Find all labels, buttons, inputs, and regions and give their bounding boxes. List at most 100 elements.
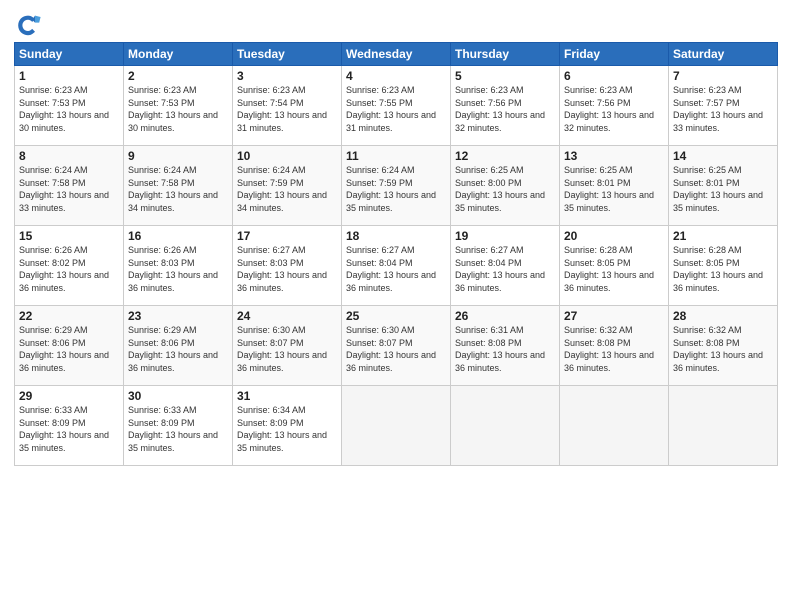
day-number: 12 <box>455 149 555 163</box>
calendar-cell: 18 Sunrise: 6:27 AM Sunset: 8:04 PM Dayl… <box>342 226 451 306</box>
calendar-cell: 3 Sunrise: 6:23 AM Sunset: 7:54 PM Dayli… <box>233 66 342 146</box>
day-info: Sunrise: 6:26 AM Sunset: 8:02 PM Dayligh… <box>19 244 119 294</box>
day-info: Sunrise: 6:29 AM Sunset: 8:06 PM Dayligh… <box>128 324 228 374</box>
calendar-header-monday: Monday <box>124 43 233 66</box>
day-number: 13 <box>564 149 664 163</box>
calendar-cell <box>669 386 778 466</box>
day-number: 8 <box>19 149 119 163</box>
day-number: 16 <box>128 229 228 243</box>
calendar-header-sunday: Sunday <box>15 43 124 66</box>
calendar-cell: 10 Sunrise: 6:24 AM Sunset: 7:59 PM Dayl… <box>233 146 342 226</box>
day-number: 19 <box>455 229 555 243</box>
day-number: 27 <box>564 309 664 323</box>
logo-icon <box>14 10 42 38</box>
calendar-week-3: 15 Sunrise: 6:26 AM Sunset: 8:02 PM Dayl… <box>15 226 778 306</box>
day-number: 23 <box>128 309 228 323</box>
calendar-header-tuesday: Tuesday <box>233 43 342 66</box>
day-number: 22 <box>19 309 119 323</box>
day-info: Sunrise: 6:28 AM Sunset: 8:05 PM Dayligh… <box>564 244 664 294</box>
day-number: 7 <box>673 69 773 83</box>
page-container: SundayMondayTuesdayWednesdayThursdayFrid… <box>0 0 792 612</box>
calendar-cell: 12 Sunrise: 6:25 AM Sunset: 8:00 PM Dayl… <box>451 146 560 226</box>
calendar-cell: 29 Sunrise: 6:33 AM Sunset: 8:09 PM Dayl… <box>15 386 124 466</box>
day-number: 28 <box>673 309 773 323</box>
calendar-cell: 21 Sunrise: 6:28 AM Sunset: 8:05 PM Dayl… <box>669 226 778 306</box>
calendar-cell: 16 Sunrise: 6:26 AM Sunset: 8:03 PM Dayl… <box>124 226 233 306</box>
day-number: 26 <box>455 309 555 323</box>
calendar-cell: 22 Sunrise: 6:29 AM Sunset: 8:06 PM Dayl… <box>15 306 124 386</box>
day-info: Sunrise: 6:30 AM Sunset: 8:07 PM Dayligh… <box>346 324 446 374</box>
day-number: 15 <box>19 229 119 243</box>
day-info: Sunrise: 6:31 AM Sunset: 8:08 PM Dayligh… <box>455 324 555 374</box>
calendar-cell: 19 Sunrise: 6:27 AM Sunset: 8:04 PM Dayl… <box>451 226 560 306</box>
day-number: 4 <box>346 69 446 83</box>
calendar-header-row: SundayMondayTuesdayWednesdayThursdayFrid… <box>15 43 778 66</box>
day-info: Sunrise: 6:25 AM Sunset: 8:01 PM Dayligh… <box>673 164 773 214</box>
day-number: 14 <box>673 149 773 163</box>
calendar-cell: 6 Sunrise: 6:23 AM Sunset: 7:56 PM Dayli… <box>560 66 669 146</box>
calendar-cell: 13 Sunrise: 6:25 AM Sunset: 8:01 PM Dayl… <box>560 146 669 226</box>
day-number: 30 <box>128 389 228 403</box>
calendar-cell <box>342 386 451 466</box>
day-number: 9 <box>128 149 228 163</box>
calendar-cell: 17 Sunrise: 6:27 AM Sunset: 8:03 PM Dayl… <box>233 226 342 306</box>
day-info: Sunrise: 6:27 AM Sunset: 8:04 PM Dayligh… <box>346 244 446 294</box>
day-info: Sunrise: 6:23 AM Sunset: 7:56 PM Dayligh… <box>455 84 555 134</box>
calendar-cell <box>451 386 560 466</box>
day-number: 2 <box>128 69 228 83</box>
calendar-cell: 24 Sunrise: 6:30 AM Sunset: 8:07 PM Dayl… <box>233 306 342 386</box>
calendar-cell: 31 Sunrise: 6:34 AM Sunset: 8:09 PM Dayl… <box>233 386 342 466</box>
calendar-header-saturday: Saturday <box>669 43 778 66</box>
logo <box>14 10 46 38</box>
calendar-week-1: 1 Sunrise: 6:23 AM Sunset: 7:53 PM Dayli… <box>15 66 778 146</box>
calendar-cell: 27 Sunrise: 6:32 AM Sunset: 8:08 PM Dayl… <box>560 306 669 386</box>
day-number: 11 <box>346 149 446 163</box>
day-info: Sunrise: 6:24 AM Sunset: 7:59 PM Dayligh… <box>346 164 446 214</box>
day-number: 24 <box>237 309 337 323</box>
day-info: Sunrise: 6:32 AM Sunset: 8:08 PM Dayligh… <box>564 324 664 374</box>
day-info: Sunrise: 6:28 AM Sunset: 8:05 PM Dayligh… <box>673 244 773 294</box>
day-info: Sunrise: 6:23 AM Sunset: 7:57 PM Dayligh… <box>673 84 773 134</box>
day-info: Sunrise: 6:25 AM Sunset: 8:01 PM Dayligh… <box>564 164 664 214</box>
day-info: Sunrise: 6:27 AM Sunset: 8:04 PM Dayligh… <box>455 244 555 294</box>
calendar-header-friday: Friday <box>560 43 669 66</box>
calendar-week-2: 8 Sunrise: 6:24 AM Sunset: 7:58 PM Dayli… <box>15 146 778 226</box>
calendar-week-4: 22 Sunrise: 6:29 AM Sunset: 8:06 PM Dayl… <box>15 306 778 386</box>
calendar-cell: 5 Sunrise: 6:23 AM Sunset: 7:56 PM Dayli… <box>451 66 560 146</box>
day-info: Sunrise: 6:23 AM Sunset: 7:55 PM Dayligh… <box>346 84 446 134</box>
day-info: Sunrise: 6:25 AM Sunset: 8:00 PM Dayligh… <box>455 164 555 214</box>
day-info: Sunrise: 6:23 AM Sunset: 7:56 PM Dayligh… <box>564 84 664 134</box>
calendar-cell <box>560 386 669 466</box>
calendar-cell: 28 Sunrise: 6:32 AM Sunset: 8:08 PM Dayl… <box>669 306 778 386</box>
day-info: Sunrise: 6:23 AM Sunset: 7:53 PM Dayligh… <box>19 84 119 134</box>
calendar-cell: 26 Sunrise: 6:31 AM Sunset: 8:08 PM Dayl… <box>451 306 560 386</box>
day-info: Sunrise: 6:23 AM Sunset: 7:53 PM Dayligh… <box>128 84 228 134</box>
calendar-cell: 1 Sunrise: 6:23 AM Sunset: 7:53 PM Dayli… <box>15 66 124 146</box>
calendar-header-wednesday: Wednesday <box>342 43 451 66</box>
day-info: Sunrise: 6:33 AM Sunset: 8:09 PM Dayligh… <box>128 404 228 454</box>
day-info: Sunrise: 6:30 AM Sunset: 8:07 PM Dayligh… <box>237 324 337 374</box>
calendar-cell: 9 Sunrise: 6:24 AM Sunset: 7:58 PM Dayli… <box>124 146 233 226</box>
day-info: Sunrise: 6:26 AM Sunset: 8:03 PM Dayligh… <box>128 244 228 294</box>
day-info: Sunrise: 6:27 AM Sunset: 8:03 PM Dayligh… <box>237 244 337 294</box>
day-number: 31 <box>237 389 337 403</box>
calendar-header-thursday: Thursday <box>451 43 560 66</box>
day-number: 21 <box>673 229 773 243</box>
calendar-cell: 11 Sunrise: 6:24 AM Sunset: 7:59 PM Dayl… <box>342 146 451 226</box>
day-info: Sunrise: 6:23 AM Sunset: 7:54 PM Dayligh… <box>237 84 337 134</box>
calendar-cell: 25 Sunrise: 6:30 AM Sunset: 8:07 PM Dayl… <box>342 306 451 386</box>
calendar-cell: 14 Sunrise: 6:25 AM Sunset: 8:01 PM Dayl… <box>669 146 778 226</box>
day-number: 25 <box>346 309 446 323</box>
day-info: Sunrise: 6:33 AM Sunset: 8:09 PM Dayligh… <box>19 404 119 454</box>
calendar-cell: 20 Sunrise: 6:28 AM Sunset: 8:05 PM Dayl… <box>560 226 669 306</box>
day-number: 6 <box>564 69 664 83</box>
calendar-cell: 30 Sunrise: 6:33 AM Sunset: 8:09 PM Dayl… <box>124 386 233 466</box>
calendar-week-5: 29 Sunrise: 6:33 AM Sunset: 8:09 PM Dayl… <box>15 386 778 466</box>
day-info: Sunrise: 6:34 AM Sunset: 8:09 PM Dayligh… <box>237 404 337 454</box>
day-number: 20 <box>564 229 664 243</box>
day-number: 3 <box>237 69 337 83</box>
day-info: Sunrise: 6:24 AM Sunset: 7:59 PM Dayligh… <box>237 164 337 214</box>
day-number: 5 <box>455 69 555 83</box>
calendar-cell: 2 Sunrise: 6:23 AM Sunset: 7:53 PM Dayli… <box>124 66 233 146</box>
header <box>14 10 778 38</box>
